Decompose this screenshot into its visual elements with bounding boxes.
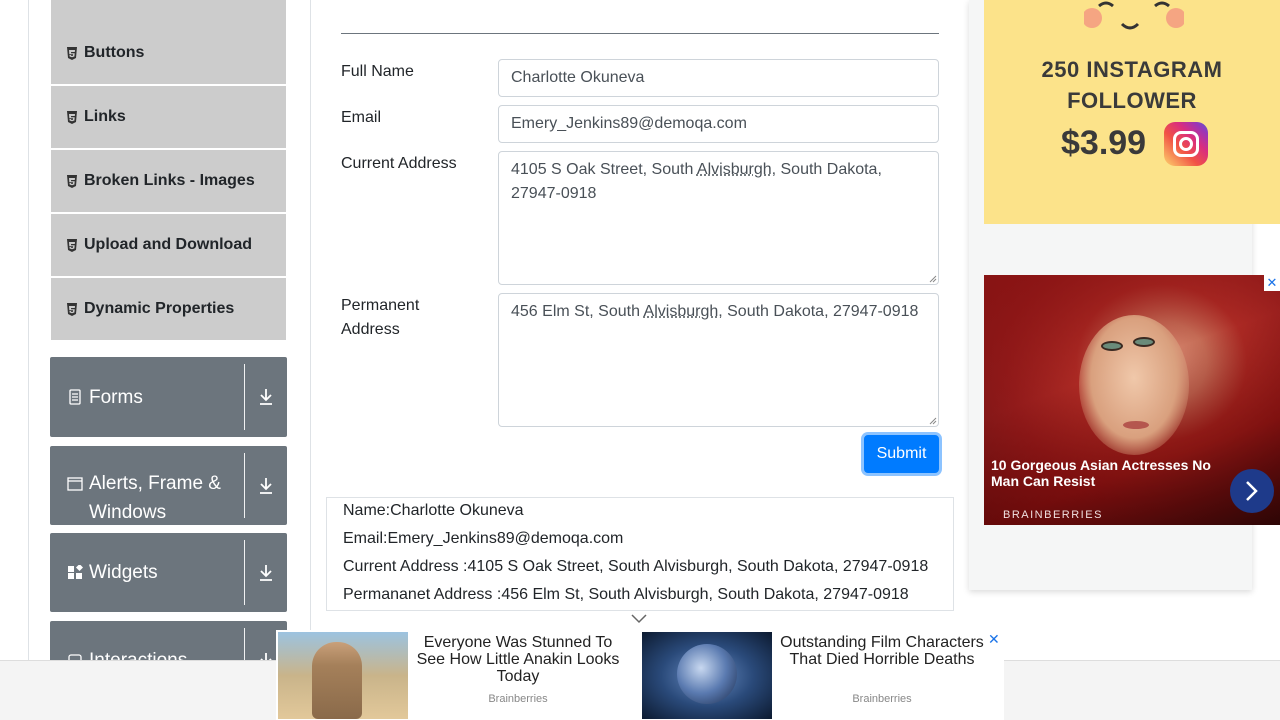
ad-photo-eye [1133,337,1155,347]
ad-thumbnail[interactable] [278,632,408,719]
textarea-text: , South Dakota, 27947-0918 [718,303,919,320]
chevron-down-icon[interactable] [630,612,648,626]
group-divider [244,453,245,518]
ad-photo-figure [312,642,362,719]
submit-button[interactable]: Submit [864,435,939,473]
output-name: Name:Charlotte Okuneva [343,502,524,519]
left-divider [28,0,29,720]
sidebar-item-label: Broken Links - Images [84,172,255,189]
expand-button[interactable] [245,446,287,525]
group-label: Forms [89,386,143,408]
sidebar-item-label: Dynamic Properties [84,300,235,317]
ad-thumbnail[interactable] [642,632,772,719]
sidebar-item-label: Upload and Download [84,236,252,253]
chevron-right-icon [1246,481,1258,501]
textarea-text: 4105 S Oak Street, South [511,161,697,178]
html5-icon [67,110,77,124]
sidebar-group-widgets[interactable]: Widgets [50,533,287,612]
instagram-logo-icon [1164,122,1208,166]
group-label: Widgets [89,562,158,583]
sidebar-item-broken-links[interactable]: Broken Links - Images [51,150,286,212]
html5-icon [67,174,77,188]
sidebar-item-label: Links [84,108,126,125]
widgets-icon [68,564,83,579]
ad-title[interactable]: Everyone Was Stunned To See How Little A… [408,634,628,685]
spellcheck-word: Alvisburgh [643,303,719,320]
ad-close-button[interactable]: ✕ [1264,275,1280,291]
sidebar-item-label: Buttons [84,44,145,61]
ad-price: $3.99 [1061,124,1147,162]
ad-source: Brainberries [852,693,912,705]
ad-close-button[interactable]: ✕ [988,631,1000,648]
download-arrow-icon [260,564,272,581]
sidebar-item-links[interactable]: Links [51,86,286,148]
sidebar-group-forms[interactable]: Forms [50,357,287,437]
ad-source: Brainberries [488,693,548,705]
ad-photo-eye [1101,341,1123,351]
html5-icon [67,46,77,60]
download-arrow-icon [260,477,272,494]
ad-brand: BRAINBERRIES [1003,509,1103,521]
permanent-address-textarea[interactable]: 456 Elm St, South Alvisburgh, South Dako… [498,293,939,427]
expand-button[interactable] [245,533,287,612]
ad-photo-figure [677,644,737,704]
next-button[interactable] [1230,469,1274,513]
smiley-face-icon [1084,1,1184,30]
output-current-address: Current Address :4105 S Oak Street, Sout… [343,558,929,575]
resize-handle-icon[interactable] [929,275,937,283]
full-name-input[interactable]: Charlotte Okuneva [498,59,939,97]
group-divider [244,364,245,430]
ad-headline: 250 INSTAGRAM FOLLOWER [1041,57,1223,113]
output-email: Email:Emery_Jenkins89@demoqa.com [343,530,624,547]
bottom-banner-ad[interactable]: Everyone Was Stunned To See How Little A… [276,630,1004,720]
sidebar-item-previous[interactable] [51,0,286,22]
ad-photo-face [1079,315,1189,455]
instagram-ad[interactable]: 250 INSTAGRAM FOLLOWER $3.99 [984,0,1280,224]
sidebar-item-dynamic-properties[interactable]: Dynamic Properties [51,278,286,340]
html5-icon [67,238,77,252]
spellcheck-word: Alvisburgh [696,161,772,178]
ad-title[interactable]: Outstanding Film Characters That Died Ho… [772,634,992,668]
window-icon [67,477,83,491]
download-arrow-icon [260,389,272,405]
document-icon [69,389,81,405]
photo-ad[interactable]: 10 Gorgeous Asian Actresses No Man Can R… [984,275,1280,525]
current-address-label: Current Address [341,155,457,172]
email-label: Email [341,109,382,126]
sidebar-item-buttons[interactable]: Buttons [51,22,286,84]
output-panel: Name:Charlotte Okuneva Email:Emery_Jenki… [326,497,954,611]
sidebar-group-alerts[interactable]: Alerts, Frame & Windows [50,446,287,525]
ad-photo-lips [1123,421,1149,429]
sidebar-item-upload-download[interactable]: Upload and Download [51,214,286,276]
output-permanent-address: Permananet Address :456 Elm St, South Al… [343,586,909,603]
current-address-textarea[interactable]: 4105 S Oak Street, South Alvisburgh, Sou… [498,151,939,285]
expand-button[interactable] [245,357,287,437]
form-top-rule [341,33,939,34]
group-label: Alerts, Frame & Windows [89,473,221,523]
textarea-text: 456 Elm St, South [511,303,644,320]
group-divider [244,540,245,605]
full-name-label: Full Name [341,63,414,80]
content-divider [310,0,311,720]
ad-headline: 10 Gorgeous Asian Actresses No Man Can R… [991,457,1211,489]
html5-icon [67,302,77,316]
email-input[interactable]: Emery_Jenkins89@demoqa.com [498,105,939,143]
permanent-address-label: Permanent Address [341,297,420,338]
resize-handle-icon[interactable] [929,417,937,425]
